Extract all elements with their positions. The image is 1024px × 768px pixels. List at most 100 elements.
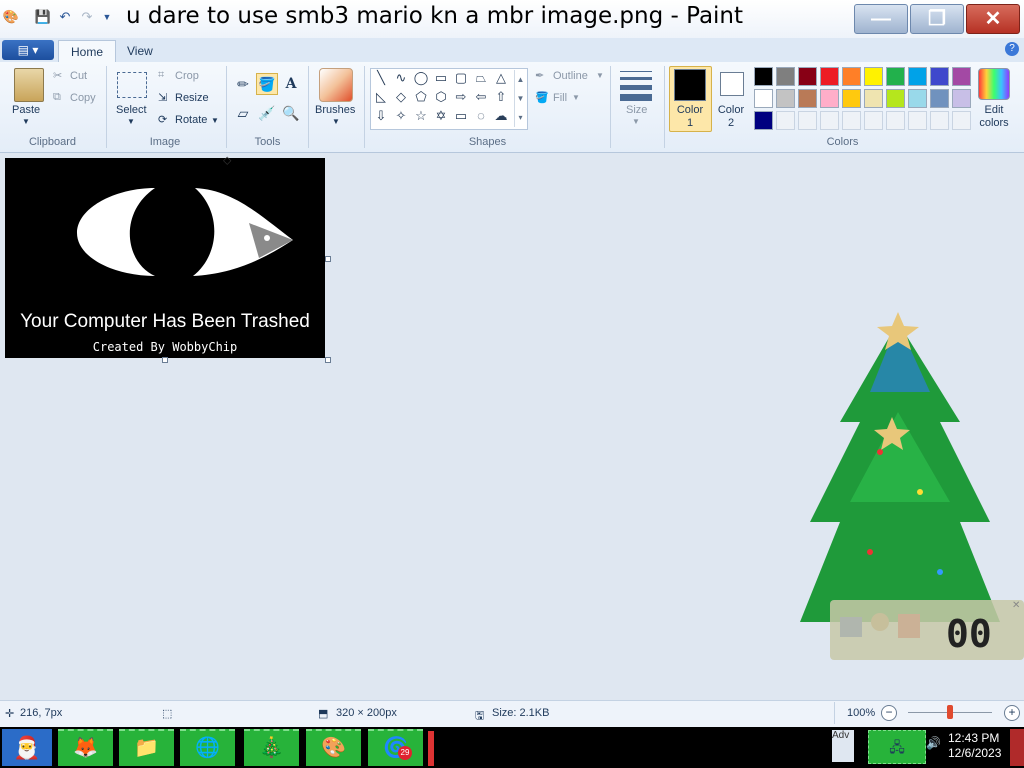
palette-swatch[interactable] xyxy=(908,111,927,130)
taskbar-clock[interactable]: 12:43 PM 12/6/2023 xyxy=(948,731,1001,761)
zoom-slider-thumb[interactable] xyxy=(947,705,953,719)
palette-swatch[interactable] xyxy=(952,89,971,108)
zoom-out-button[interactable]: − xyxy=(881,705,897,721)
resize-handle-right[interactable] xyxy=(325,256,331,262)
brushes-icon[interactable] xyxy=(319,68,353,102)
app-taskbar-icon[interactable]: 🌀 xyxy=(368,729,423,766)
palette-swatch[interactable] xyxy=(776,111,795,130)
resize-button[interactable]: Resize xyxy=(175,92,209,104)
size-button[interactable]: Size xyxy=(626,104,647,116)
palette-swatch[interactable] xyxy=(798,67,817,86)
line-shape-icon[interactable]: ╲ xyxy=(373,70,389,86)
pencil-icon[interactable]: ✏ xyxy=(232,73,254,95)
left-arrow-shape-icon[interactable]: ⇦ xyxy=(473,89,489,105)
file-menu-button[interactable]: ▤ ▾ xyxy=(2,40,54,60)
up-arrow-shape-icon[interactable]: ⇧ xyxy=(493,89,509,105)
fill-button[interactable]: Fill xyxy=(553,92,567,104)
palette-swatch[interactable] xyxy=(908,67,927,86)
oval-shape-icon[interactable]: ◯ xyxy=(413,70,429,86)
right-arrow-shape-icon[interactable]: ⇨ xyxy=(453,89,469,105)
chrome-taskbar-icon[interactable]: 🌐 xyxy=(180,729,235,766)
palette-swatch[interactable] xyxy=(820,111,839,130)
shapes-scroll[interactable]: ▲ ▼ ▾ xyxy=(514,70,526,127)
cut-button[interactable]: Cut xyxy=(70,70,87,82)
palette-swatch[interactable] xyxy=(776,89,795,108)
color2-swatch[interactable] xyxy=(720,72,744,96)
palette-swatch[interactable] xyxy=(864,89,883,108)
oval-callout-shape-icon[interactable]: ◌ xyxy=(473,108,489,124)
rounded-rectangle-shape-icon[interactable]: ▢ xyxy=(453,70,469,86)
size-dropdown-icon[interactable]: ▼ xyxy=(632,117,640,126)
save-icon[interactable]: 💾 xyxy=(34,8,52,26)
customize-qat-icon[interactable]: ▼ xyxy=(98,8,116,26)
volume-icon[interactable]: 🔊 xyxy=(926,736,941,750)
triangle-shape-icon[interactable]: △ xyxy=(493,70,509,86)
maximize-button[interactable]: ❐ xyxy=(910,4,964,34)
palette-swatch[interactable] xyxy=(798,111,817,130)
magnifier-icon[interactable]: 🔍 xyxy=(280,102,302,124)
callout-shape-icon[interactable]: ▭ xyxy=(453,108,469,124)
rotate-button[interactable]: Rotate xyxy=(175,114,207,126)
resize-handle-bottom[interactable] xyxy=(162,357,168,363)
five-point-star-shape-icon[interactable]: ☆ xyxy=(413,108,429,124)
color-picker-icon[interactable]: 💉 xyxy=(256,102,278,124)
edit-colors-button[interactable]: Edit colors xyxy=(975,104,1013,130)
hexagon-shape-icon[interactable]: ⬡ xyxy=(433,89,449,105)
outline-dropdown-icon[interactable]: ▼ xyxy=(596,71,604,80)
crop-button[interactable]: Crop xyxy=(175,70,199,82)
polygon-shape-icon[interactable]: ⏢ xyxy=(473,70,489,86)
palette-swatch[interactable] xyxy=(754,67,773,86)
widget-close-icon[interactable]: ✕ xyxy=(1012,600,1020,611)
palette-swatch[interactable] xyxy=(930,89,949,108)
palette-swatch[interactable] xyxy=(952,111,971,130)
brushes-dropdown-icon[interactable]: ▼ xyxy=(332,117,340,126)
copy-button[interactable]: Copy xyxy=(70,92,96,104)
palette-swatch[interactable] xyxy=(798,89,817,108)
christmas-tree-taskbar-icon[interactable]: 🎄 xyxy=(244,729,299,766)
edit-colors-icon[interactable] xyxy=(978,68,1010,100)
fill-bucket-icon[interactable]: 🪣 xyxy=(256,73,278,95)
palette-swatch[interactable] xyxy=(864,111,883,130)
six-point-star-shape-icon[interactable]: ✡ xyxy=(433,108,449,124)
palette-swatch[interactable] xyxy=(842,67,861,86)
close-button[interactable]: ✕ xyxy=(966,4,1020,34)
palette-swatch[interactable] xyxy=(754,111,773,130)
fill-dropdown-icon[interactable]: ▼ xyxy=(572,93,580,102)
brushes-button[interactable]: Brushes xyxy=(315,104,355,116)
tab-home[interactable]: Home xyxy=(58,40,117,63)
palette-swatch[interactable] xyxy=(886,111,905,130)
select-button[interactable]: Select xyxy=(116,104,147,116)
palette-swatch[interactable] xyxy=(886,67,905,86)
paste-button[interactable]: Paste xyxy=(12,104,40,116)
palette-swatch[interactable] xyxy=(952,67,971,86)
show-desktop-button[interactable] xyxy=(1010,729,1024,766)
palette-swatch[interactable] xyxy=(776,67,795,86)
paste-icon[interactable] xyxy=(14,68,44,102)
undo-icon[interactable]: ↶ xyxy=(56,8,74,26)
palette-swatch[interactable] xyxy=(930,111,949,130)
palette-swatch[interactable] xyxy=(930,67,949,86)
pentagon-shape-icon[interactable]: ⬠ xyxy=(413,89,429,105)
tray-widget[interactable]: Adv xyxy=(832,730,854,762)
palette-swatch[interactable] xyxy=(754,89,773,108)
paint-app-icon[interactable]: 🎨 xyxy=(2,8,20,26)
minimize-button[interactable]: — xyxy=(854,4,908,34)
palette-swatch[interactable] xyxy=(842,111,861,130)
resize-handle-corner[interactable] xyxy=(325,357,331,363)
paste-dropdown-icon[interactable]: ▼ xyxy=(22,117,30,126)
text-tool-icon[interactable]: A xyxy=(280,73,302,95)
color2-label[interactable]: Color 2 xyxy=(715,104,747,130)
file-explorer-taskbar-icon[interactable]: 📁 xyxy=(119,729,174,766)
zoom-in-button[interactable]: + xyxy=(1004,705,1020,721)
diamond-shape-icon[interactable]: ◇ xyxy=(393,89,409,105)
size-icon[interactable] xyxy=(620,70,652,101)
select-dropdown-icon[interactable]: ▼ xyxy=(127,117,135,126)
palette-swatch[interactable] xyxy=(908,89,927,108)
firefox-taskbar-icon[interactable]: 🦊 xyxy=(58,729,113,766)
tab-view[interactable]: View xyxy=(115,40,165,62)
help-icon[interactable]: ? xyxy=(1005,42,1019,56)
four-point-star-shape-icon[interactable]: ✧ xyxy=(393,108,409,124)
palette-swatch[interactable] xyxy=(820,67,839,86)
tray-network-icon[interactable]: 🖧 xyxy=(868,730,926,764)
eraser-icon[interactable]: ▱ xyxy=(232,102,254,124)
